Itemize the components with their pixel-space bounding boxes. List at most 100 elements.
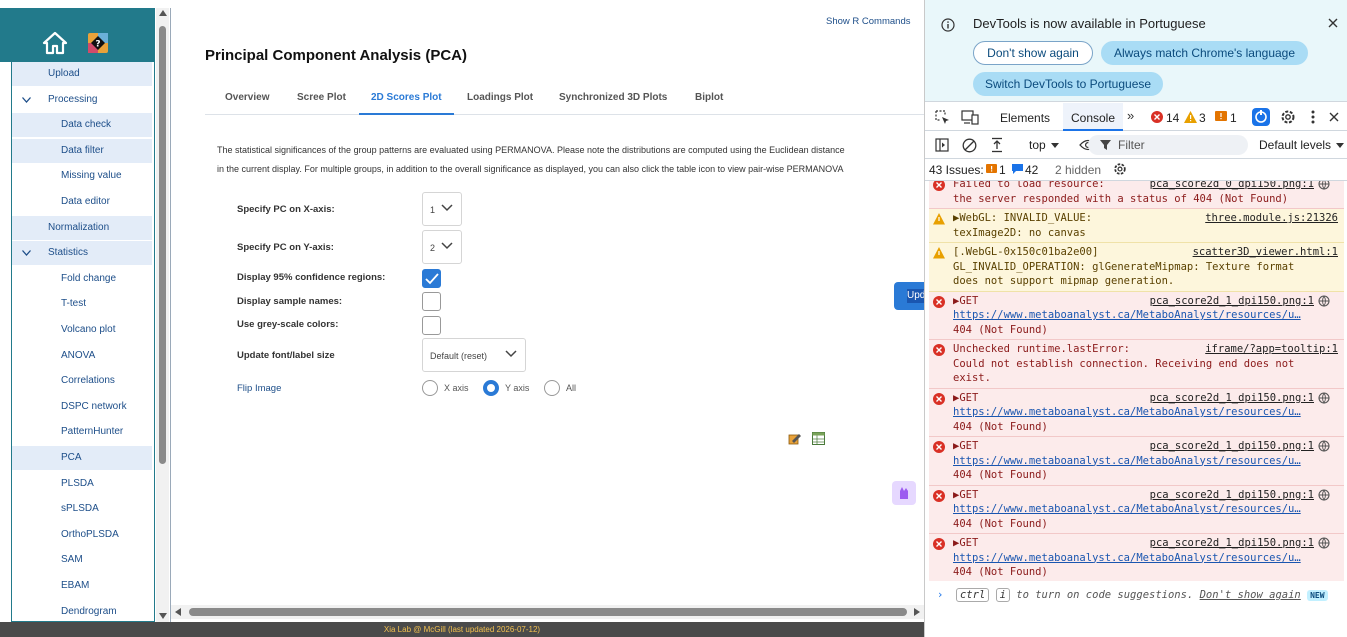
more-options-icon[interactable] <box>1311 109 1315 125</box>
settings-gear-icon[interactable] <box>1280 109 1296 125</box>
scroll-down-arrow-icon[interactable] <box>159 613 167 619</box>
dont-show-again-button[interactable]: Don't show again <box>973 41 1093 65</box>
context-selector[interactable]: top <box>1029 138 1046 152</box>
device-toolbar-icon[interactable] <box>961 110 979 125</box>
network-request-icon[interactable] <box>1318 294 1330 307</box>
tab-console[interactable]: Console <box>1063 103 1123 131</box>
always-match-language-button[interactable]: Always match Chrome's language <box>1101 41 1308 65</box>
console-warning-message[interactable]: [.WebGL-0x150c01ba2e00] GL_INVALID_OPERAT… <box>929 243 1344 292</box>
levels-dropdown-icon[interactable] <box>1336 143 1344 148</box>
sidebar-item-data-check[interactable]: Data check <box>12 113 152 138</box>
scroll-right-arrow-icon[interactable] <box>914 608 920 616</box>
sidebar-item-t-test[interactable]: T-test <box>12 292 152 316</box>
edit-icon[interactable] <box>788 432 802 445</box>
home-icon[interactable] <box>42 31 68 55</box>
sidebar-toggle-icon[interactable] <box>935 138 949 152</box>
tab-synchronized-3d-plots[interactable]: Synchronized 3D Plots <box>559 84 667 115</box>
network-request-icon[interactable] <box>1318 488 1330 501</box>
font-size-select[interactable]: Default (reset) <box>422 338 526 372</box>
scroll-up-arrow-icon[interactable] <box>159 10 167 16</box>
sidebar-item-pca[interactable]: PCA <box>12 446 152 470</box>
issues-error-count[interactable]: 1 <box>999 163 1006 177</box>
sidebar-item-upload[interactable]: Upload <box>12 62 152 86</box>
console-source-link[interactable]: scatter3D_viewer.html:1 <box>1193 245 1338 260</box>
sidebar-item-sam[interactable]: SAM <box>12 548 152 572</box>
sidebar-item-fold-change[interactable]: Fold change <box>12 267 152 291</box>
issues-label[interactable]: 43 Issues: <box>929 163 984 177</box>
network-request-icon[interactable] <box>1318 537 1330 549</box>
log-levels-dropdown[interactable]: Default levels <box>1259 138 1331 152</box>
sidebar-scroll-thumb[interactable] <box>159 26 166 464</box>
clear-console-icon[interactable] <box>962 138 977 153</box>
dont-show-again-link[interactable]: Don't show again <box>1200 589 1301 601</box>
pc-x-select[interactable]: 1 <box>422 192 462 226</box>
flip-x-radio[interactable] <box>422 380 438 396</box>
sidebar-item-correlations[interactable]: Correlations <box>12 369 152 393</box>
console-error-message[interactable]: Failed to load resource: the server respo… <box>929 181 1344 209</box>
console-error-message[interactable]: Unchecked runtime.lastError: Could not es… <box>929 340 1344 389</box>
show-r-commands-link[interactable]: Show R Commands <box>826 16 910 27</box>
error-count[interactable]: 14 <box>1166 111 1179 125</box>
sidebar-item-anova[interactable]: ANOVA <box>12 344 152 368</box>
preserve-log-icon[interactable] <box>991 137 1003 153</box>
issues-settings-gear-icon[interactable] <box>1113 162 1127 176</box>
context-dropdown-icon[interactable] <box>1051 143 1059 148</box>
sidebar-item-splsda[interactable]: sPLSDA <box>12 497 152 521</box>
update-button[interactable]: Upd <box>894 282 924 310</box>
console-url-link[interactable]: https://www.metaboanalyst.ca/MetaboAnaly… <box>953 454 1344 469</box>
console-source-link[interactable]: three.module.js:21326 <box>1205 211 1338 226</box>
close-devtools-icon[interactable] <box>1329 112 1339 122</box>
inspect-element-icon[interactable] <box>935 110 950 125</box>
network-request-icon[interactable] <box>1318 440 1330 452</box>
console-source-link[interactable]: pca_score2d_1_dpi150.png:1 <box>1150 488 1314 503</box>
tab-2d-scores-plot[interactable]: 2D Scores Plot <box>359 84 454 115</box>
console-warning-message[interactable]: ▶WebGL: INVALID_VALUE: texImage2D: no can… <box>929 209 1344 243</box>
console-url-link[interactable]: https://www.metaboanalyst.ca/MetaboAnaly… <box>953 308 1344 323</box>
tab-scree-plot[interactable]: Scree Plot <box>297 84 346 115</box>
console-prompt[interactable]: › ctrl i to turn on code suggestions. Do… <box>937 588 1328 602</box>
console-url-link[interactable]: https://www.metaboanalyst.ca/MetaboAnaly… <box>953 551 1344 566</box>
tab-overview[interactable]: Overview <box>225 84 269 115</box>
console-source-link[interactable]: iframe/?app=tooltip:1 <box>1205 342 1338 357</box>
pc-y-select[interactable]: 2 <box>422 230 462 264</box>
console-url-link[interactable]: https://www.metaboanalyst.ca/MetaboAnaly… <box>953 502 1344 517</box>
sidebar-item-data-filter[interactable]: Data filter <box>12 138 152 163</box>
tab-elements[interactable]: Elements <box>1000 103 1050 131</box>
grey-scale-checkbox[interactable] <box>422 316 441 335</box>
sidebar-item-dendrogram[interactable]: Dendrogram <box>12 600 152 621</box>
console-filter-input[interactable]: Filter <box>1088 135 1248 155</box>
console-error-message[interactable]: ▶GET https://www.metaboanalyst.ca/MetaboA… <box>929 291 1344 340</box>
warning-count[interactable]: 3 <box>1199 111 1206 125</box>
sidebar-item-normalization[interactable]: Normalization <box>12 215 152 240</box>
main-horizontal-scrollbar[interactable] <box>171 605 924 619</box>
sidebar-item-missing-value[interactable]: Missing value <box>12 164 152 188</box>
console-url-link[interactable]: https://www.metaboanalyst.ca/MetaboAnaly… <box>953 405 1344 420</box>
network-request-icon[interactable] <box>1318 181 1330 190</box>
table-icon[interactable] <box>812 432 825 445</box>
extension-icon[interactable] <box>1252 108 1270 126</box>
sidebar-item-plsda[interactable]: PLSDA <box>12 472 152 496</box>
flip-all-radio[interactable] <box>544 380 560 396</box>
console-source-link[interactable]: pca_score2d_0_dpi150.png:1 <box>1150 181 1314 192</box>
more-tabs-icon[interactable]: » <box>1127 108 1134 123</box>
network-request-icon[interactable] <box>1318 391 1330 404</box>
flip-y-radio[interactable] <box>483 380 499 396</box>
console-source-link[interactable]: pca_score2d_1_dpi150.png:1 <box>1150 294 1314 309</box>
sidebar-item-processing[interactable]: Processing <box>12 88 152 112</box>
chat-assistant-icon[interactable] <box>892 481 916 505</box>
switch-to-portuguese-button[interactable]: Switch DevTools to Portuguese <box>973 72 1163 96</box>
close-icon[interactable] <box>1328 18 1338 28</box>
sidebar-item-data-editor[interactable]: Data editor <box>12 190 152 214</box>
scroll-left-arrow-icon[interactable] <box>175 608 181 616</box>
issues-info-count[interactable]: 42 <box>1025 163 1038 177</box>
console-error-message[interactable]: ▶GET https://www.metaboanalyst.ca/MetaboA… <box>929 388 1344 437</box>
info-count[interactable]: 1 <box>1230 111 1237 125</box>
console-source-link[interactable]: pca_score2d_1_dpi150.png:1 <box>1150 439 1314 454</box>
console-error-message[interactable]: ▶GET https://www.metaboanalyst.ca/MetaboA… <box>929 485 1344 534</box>
tab-biplot[interactable]: Biplot <box>695 84 723 115</box>
console-error-message[interactable]: ▶GET https://www.metaboanalyst.ca/MetaboA… <box>929 437 1344 486</box>
sidebar-scrollbar[interactable] <box>156 8 169 622</box>
sidebar-item-dspc-network[interactable]: DSPC network <box>12 395 152 419</box>
sidebar-item-volcano-plot[interactable]: Volcano plot <box>12 318 152 342</box>
tab-loadings-plot[interactable]: Loadings Plot <box>467 84 533 115</box>
